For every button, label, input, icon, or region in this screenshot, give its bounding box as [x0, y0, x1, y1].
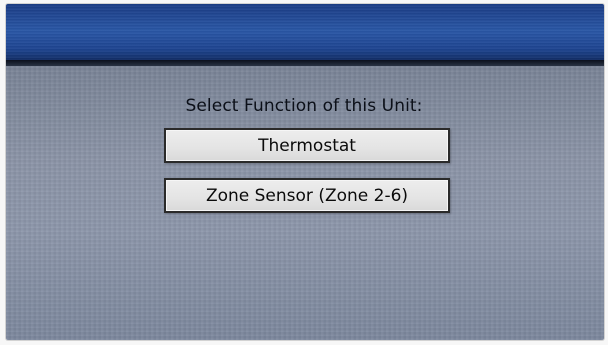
thermostat-button-label: Thermostat [258, 135, 356, 156]
thermostat-button[interactable]: Thermostat [164, 128, 450, 163]
zone-sensor-button[interactable]: Zone Sensor (Zone 2-6) [164, 178, 450, 213]
prompt-text: Select Function of this Unit: [185, 96, 423, 116]
device-frame: Select Function of this Unit: Thermostat… [0, 0, 608, 345]
title-bar [6, 4, 604, 64]
zone-sensor-button-label: Zone Sensor (Zone 2-6) [205, 185, 409, 206]
touch-screen: Select Function of this Unit: Thermostat… [6, 4, 604, 340]
